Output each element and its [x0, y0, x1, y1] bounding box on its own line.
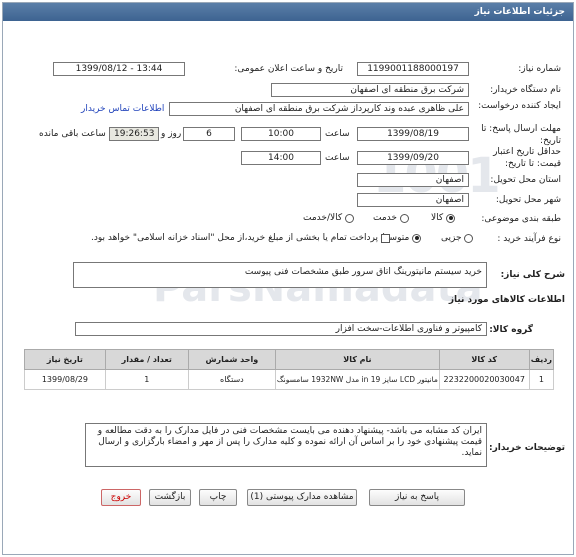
- category-label: طبقه بندی موضوعی:: [481, 214, 561, 224]
- deadline-time-label: ساعت: [325, 129, 350, 139]
- need-number-label: شماره نیاز:: [518, 64, 561, 74]
- cell-date: 1399/08/29: [24, 369, 106, 390]
- radio-icon: [399, 213, 409, 223]
- validity-date-field: 1399/09/20: [357, 151, 469, 165]
- view-documents-button[interactable]: مشاهده مدارک پیوستی (1): [247, 489, 357, 506]
- radio-icon: [446, 213, 456, 223]
- buyer-label: نام دستگاه خریدار:: [490, 85, 561, 95]
- treasury-note[interactable]: پرداخت تمام یا بخشی از مبلغ خرید،از محل …: [91, 233, 390, 244]
- category-option-goods[interactable]: کالا: [431, 213, 456, 224]
- creator-field: علی ظاهری عبده وند کارپرداز شرکت برق منط…: [169, 102, 469, 116]
- buyer-contact-link[interactable]: اطلاعات تماس خریدار: [81, 104, 164, 114]
- reply-button[interactable]: پاسخ به نیاز: [369, 489, 465, 506]
- announce-label: تاریخ و ساعت اعلان عمومی:: [234, 64, 343, 74]
- radio-icon: [464, 233, 474, 243]
- goods-section-title: اطلاعات کالاهای مورد نیاز: [448, 295, 565, 305]
- summary-label: شرح کلی نیاز:: [500, 270, 565, 280]
- validity-time-label: ساعت: [325, 153, 350, 163]
- deadline-label: مهلت ارسال پاسخ: تا تاریخ:: [481, 124, 561, 146]
- col-row-header: ردیف: [528, 349, 555, 370]
- summary-field: خرید سیستم مانیتورینگ اتاق سرور طبق مشخص…: [73, 262, 487, 288]
- province-field: اصفهان: [357, 173, 469, 187]
- validity-label: حداقل تاریخ اعتبار قیمت: تا تاریخ:: [493, 147, 561, 169]
- cell-unit: دستگاه: [187, 369, 277, 390]
- deadline-date-field: 1399/08/19: [357, 127, 469, 141]
- remaining-time-label: ساعت باقی مانده: [39, 129, 106, 139]
- buyer-notes-field: ایران کد مشابه می باشد- پیشنهاد دهنده می…: [85, 423, 487, 467]
- cell-row: 1: [528, 369, 555, 390]
- remaining-days-field: 6: [183, 127, 235, 141]
- deadline-time-field: 10:00: [241, 127, 321, 141]
- goods-table: ردیف کد کالا نام کالا واحد شمارش تعداد /…: [24, 349, 555, 390]
- table-header-row: ردیف کد کالا نام کالا واحد شمارش تعداد /…: [24, 349, 555, 370]
- group-field: کامپیوتر و فناوری اطلاعات-سخت افزار: [75, 322, 487, 336]
- remaining-days-label: روز و: [161, 129, 182, 139]
- creator-label: ایجاد کننده درخواست:: [478, 101, 561, 111]
- col-name-header: نام کالا: [275, 349, 440, 370]
- need-details-window: جزئیات اطلاعات نیاز 1001 ParsNamadata شم…: [2, 2, 574, 555]
- col-date-header: تاریخ نیاز: [24, 349, 106, 370]
- col-qty-header: تعداد / مقدار: [104, 349, 189, 370]
- category-option-service[interactable]: خدمت: [373, 213, 409, 224]
- validity-time-field: 14:00: [241, 151, 321, 165]
- cell-qty: 1: [104, 369, 189, 390]
- exit-button[interactable]: خروج: [101, 489, 141, 506]
- category-option-goods-service[interactable]: کالا/خدمت: [303, 213, 355, 224]
- print-button[interactable]: چاپ: [199, 489, 237, 506]
- city-field: اصفهان: [357, 193, 469, 207]
- process-option-minor[interactable]: جزیی: [441, 233, 474, 244]
- city-label: شهر محل تحویل:: [495, 195, 561, 205]
- cell-code: 2232200020030047: [438, 369, 530, 390]
- province-label: استان محل تحویل:: [490, 175, 561, 185]
- cell-name: مانیتور LCD سایز 19 in مدل 1932NW سامسون…: [275, 369, 440, 390]
- table-row[interactable]: 1 2232200020030047 مانیتور LCD سایز 19 i…: [24, 369, 555, 390]
- need-number-field: 1199001188000197: [357, 62, 469, 76]
- radio-icon: [345, 213, 355, 223]
- buyer-field: شرکت برق منطقه ای اصفهان: [271, 83, 469, 97]
- announce-field: 1399/08/12 - 13:44: [53, 62, 185, 76]
- back-button[interactable]: بازگشت: [149, 489, 191, 506]
- radio-icon: [412, 233, 422, 243]
- col-code-header: کد کالا: [438, 349, 530, 370]
- remaining-time-field: 19:26:53: [109, 127, 159, 141]
- process-label: نوع فرآیند خرید :: [497, 234, 561, 244]
- window-title: جزئیات اطلاعات نیاز: [3, 3, 573, 21]
- col-unit-header: واحد شمارش: [187, 349, 277, 370]
- buyer-notes-label: توضیحات خریدار:: [489, 443, 565, 453]
- checkbox-icon[interactable]: [380, 233, 390, 243]
- group-label: گروه کالا:: [489, 325, 533, 335]
